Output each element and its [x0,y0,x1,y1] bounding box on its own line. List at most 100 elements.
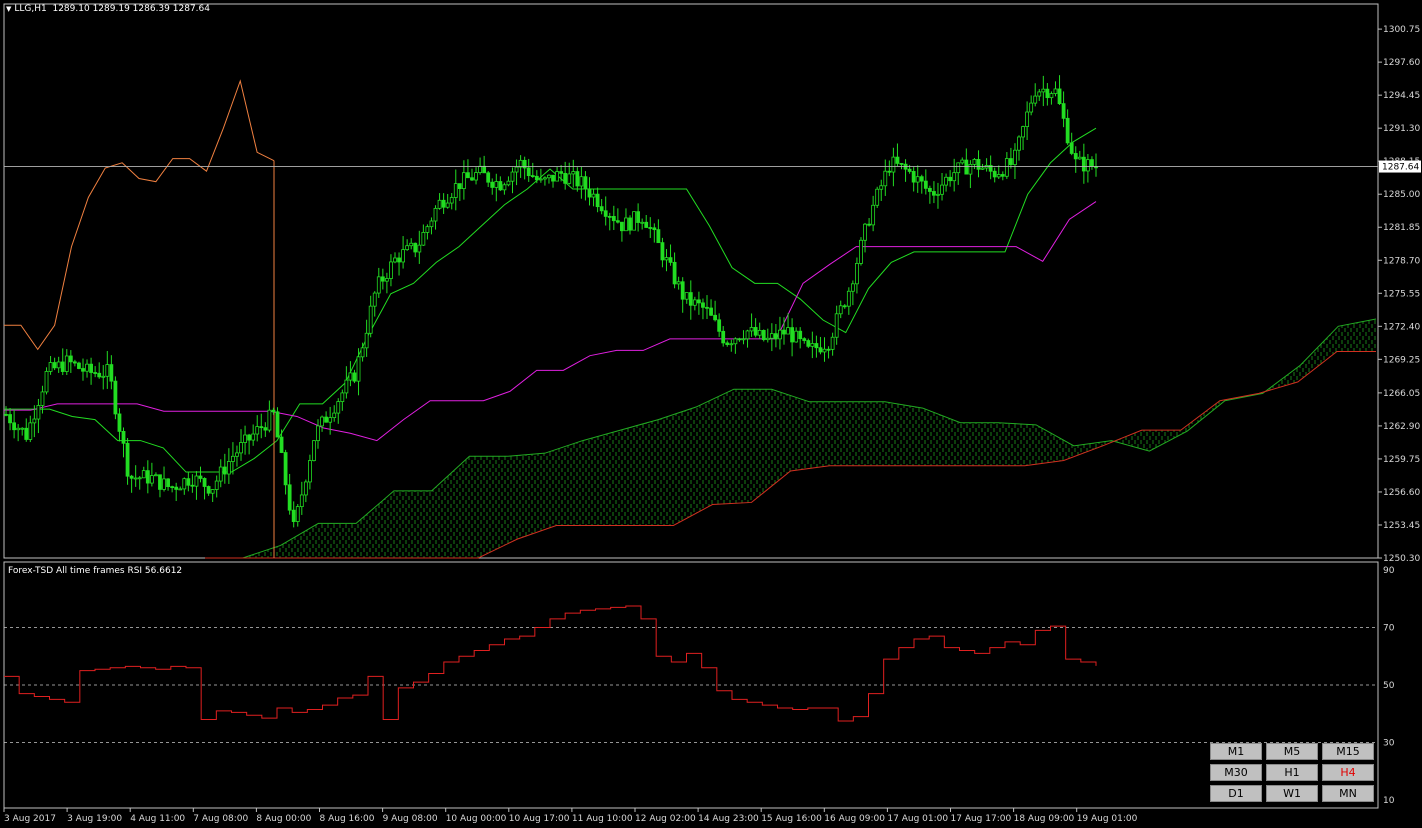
candle [1065,109,1070,145]
candle [445,193,450,209]
candle [838,300,843,319]
candle [895,143,900,167]
candle [1073,146,1078,173]
candle [923,169,928,195]
candle [988,155,993,180]
candle [701,298,705,320]
candle [664,249,669,272]
price-tick-label: 1297.60 [1383,58,1420,68]
time-tick-label: 15 Aug 16:00 [761,814,822,824]
candle [4,406,8,417]
candle [725,340,730,347]
rsi-level-label: 50 [1383,681,1395,691]
candle [555,166,559,182]
timeframe-button-d1[interactable]: D1 [1210,785,1262,802]
candle [620,221,624,242]
timeframe-button-w1[interactable]: W1 [1266,785,1318,802]
candle [97,362,102,379]
candle [178,486,183,491]
candle [595,187,600,213]
timeframe-panel: M1 M5 M15 M30 H1 H4 D1 W1 MN [1208,742,1376,804]
candle [648,217,653,239]
candle [1021,125,1025,150]
candle [437,193,442,210]
candle [814,335,819,358]
candle [308,454,312,490]
candle [1000,171,1005,181]
price-tick-label: 1291.30 [1383,124,1420,134]
candle [210,489,215,503]
candle [769,323,774,352]
collapse-triangle-icon[interactable]: ▼ [6,5,11,13]
candle [1053,81,1058,97]
candle [441,193,446,214]
candle [543,176,547,186]
candle [960,157,965,165]
candle [324,411,329,423]
high-value: 1289.19 [92,4,130,14]
price-tick-label: 1250.30 [1383,554,1420,564]
candle [295,503,300,527]
candle [745,329,750,348]
price-tick-label: 1259.75 [1383,455,1420,465]
candle [413,242,418,258]
candle [291,501,296,528]
candle [429,217,434,235]
candle [919,174,924,194]
candle [109,355,114,390]
candle [231,442,235,475]
candle [194,471,199,500]
candle [340,389,345,411]
symbol-label: LLG,H1 [14,4,47,14]
timeframe-button-m15[interactable]: M15 [1322,743,1374,760]
chart-window[interactable]: 1300.751297.601294.451291.301288.151285.… [0,0,1422,828]
candle [737,337,742,342]
candle [279,429,284,454]
current-price-label: 1287.64 [1382,163,1419,173]
candle [749,313,754,337]
rsi-line [4,605,1097,722]
timeframe-button-mn[interactable]: MN [1322,785,1374,802]
candle [765,328,770,343]
candle [1094,153,1098,177]
candle [56,356,61,373]
candle [944,173,948,192]
candle [389,254,393,287]
close-value: 1287.64 [172,4,210,14]
timeframe-button-m5[interactable]: M5 [1266,743,1318,760]
candle [372,291,377,317]
timeframe-button-h1[interactable]: H1 [1266,764,1318,781]
candle [684,292,689,304]
price-tick-label: 1262.90 [1383,422,1420,432]
candle [883,159,888,196]
candle [551,174,555,188]
candle [871,195,876,232]
timeframe-button-m1[interactable]: M1 [1210,743,1262,760]
time-tick-label: 7 Aug 08:00 [193,814,248,824]
chart-canvas[interactable]: 1300.751297.601294.451291.301288.151285.… [0,0,1422,828]
candle [672,252,677,289]
timeframe-button-h4[interactable]: H4 [1322,764,1374,781]
candle [166,478,170,491]
candle [417,230,422,264]
timeframe-button-m30[interactable]: M30 [1210,764,1262,781]
candle [729,339,734,352]
candle [656,219,661,244]
time-tick-label: 16 Aug 09:00 [824,814,885,824]
candle [137,475,142,490]
time-tick-label: 10 Aug 00:00 [446,814,507,824]
time-tick-label: 12 Aug 02:00 [635,814,696,824]
time-tick-label: 14 Aug 23:00 [698,814,759,824]
candle [867,218,871,227]
candle [1041,75,1046,107]
candle [89,357,93,385]
candle [757,322,762,339]
candle [603,196,608,226]
rsi-level-label: 10 [1383,796,1395,806]
candle [344,366,349,399]
candle [1069,132,1074,156]
candle [421,224,426,246]
price-tick-label: 1300.75 [1383,25,1420,35]
candle [778,316,782,350]
candle [190,474,195,493]
